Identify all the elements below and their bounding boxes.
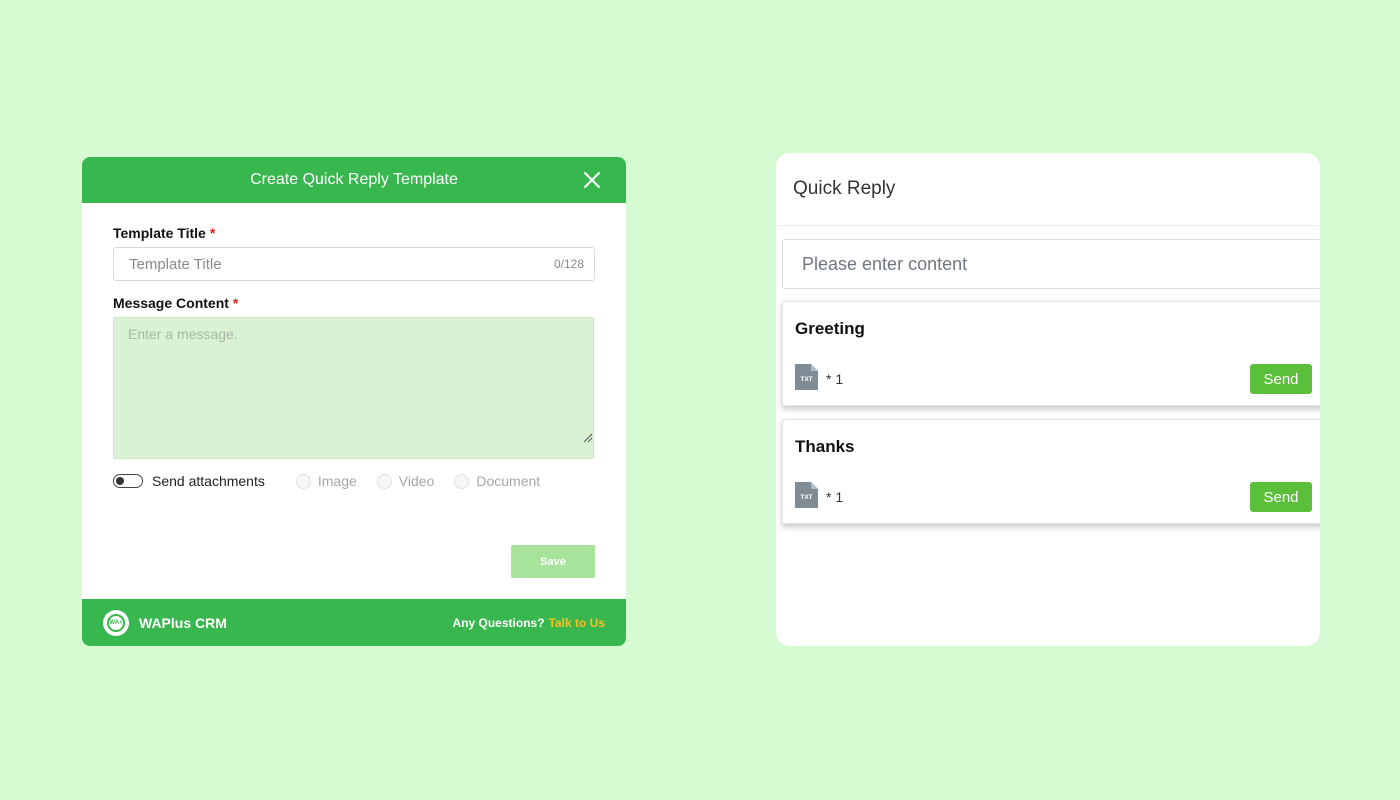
search-box[interactable] <box>782 239 1320 289</box>
template-title-label: Template Title * <box>113 225 216 241</box>
message-textarea[interactable] <box>113 317 594 459</box>
toggle-knob <box>116 476 124 485</box>
attachment-count: * 1 <box>826 489 844 505</box>
panel-header: Quick Reply <box>776 153 1320 226</box>
footer-help: Any Questions? Talk to Us <box>453 616 605 630</box>
quick-reply-card: Thanks TXT * 1 Send <box>782 419 1320 524</box>
txt-file-icon: TXT <box>795 482 818 508</box>
quick-reply-panel: Quick Reply Greeting TXT * 1 Send Thanks… <box>776 153 1320 646</box>
send-attachments-toggle[interactable] <box>113 474 143 488</box>
logo-mark: WA+ <box>107 613 125 632</box>
dialog-title: Create Quick Reply Template <box>250 171 458 188</box>
required-mark: * <box>232 295 239 311</box>
radio-icon <box>295 473 311 489</box>
message-content-label: Message Content * <box>113 295 239 311</box>
send-button[interactable]: Send <box>1250 482 1312 512</box>
dialog-header: Create Quick Reply Template <box>82 157 626 203</box>
send-attachments-label: Send attachments <box>152 473 265 489</box>
send-button[interactable]: Send <box>1250 364 1312 394</box>
talk-to-us-link[interactable]: Talk to Us <box>549 616 605 630</box>
attachment-type-image[interactable]: Image <box>295 473 357 489</box>
dialog-body: Template Title* 0/128 Message Content* S… <box>82 203 626 599</box>
required-mark: * <box>209 225 216 241</box>
character-counter: 0/128 <box>553 257 584 271</box>
quick-reply-card: Greeting TXT * 1 Send <box>782 301 1320 406</box>
attachment-type-video[interactable]: Video <box>376 473 434 489</box>
dialog-footer: WA+ WAPlus CRM Any Questions? Talk to Us <box>82 599 626 646</box>
questions-text: Any Questions? <box>452 615 545 630</box>
create-template-dialog: Create Quick Reply Template Template Tit… <box>82 157 626 646</box>
file-type-label: TXT <box>800 376 812 383</box>
file-type-label: TXT <box>800 494 812 501</box>
brand-name: WAPlus CRM <box>139 614 227 631</box>
save-button[interactable]: Save <box>511 545 595 578</box>
attachment-count: * 1 <box>826 371 844 387</box>
card-title: Thanks <box>795 437 855 456</box>
waplus-logo-icon: WA+ <box>103 609 129 636</box>
panel-title: Quick Reply <box>793 178 896 199</box>
attachments-row: Send attachments Image Video Document <box>113 471 595 491</box>
search-input[interactable] <box>802 253 1302 275</box>
radio-icon <box>376 473 392 489</box>
template-title-field[interactable]: 0/128 <box>113 247 595 281</box>
attachment-type-document[interactable]: Document <box>454 473 540 489</box>
txt-file-icon: TXT <box>795 364 818 390</box>
resize-handle-icon[interactable] <box>581 431 593 443</box>
radio-icon <box>454 473 470 489</box>
close-icon[interactable] <box>582 170 602 190</box>
card-title: Greeting <box>795 319 865 338</box>
template-title-input[interactable] <box>129 255 554 273</box>
